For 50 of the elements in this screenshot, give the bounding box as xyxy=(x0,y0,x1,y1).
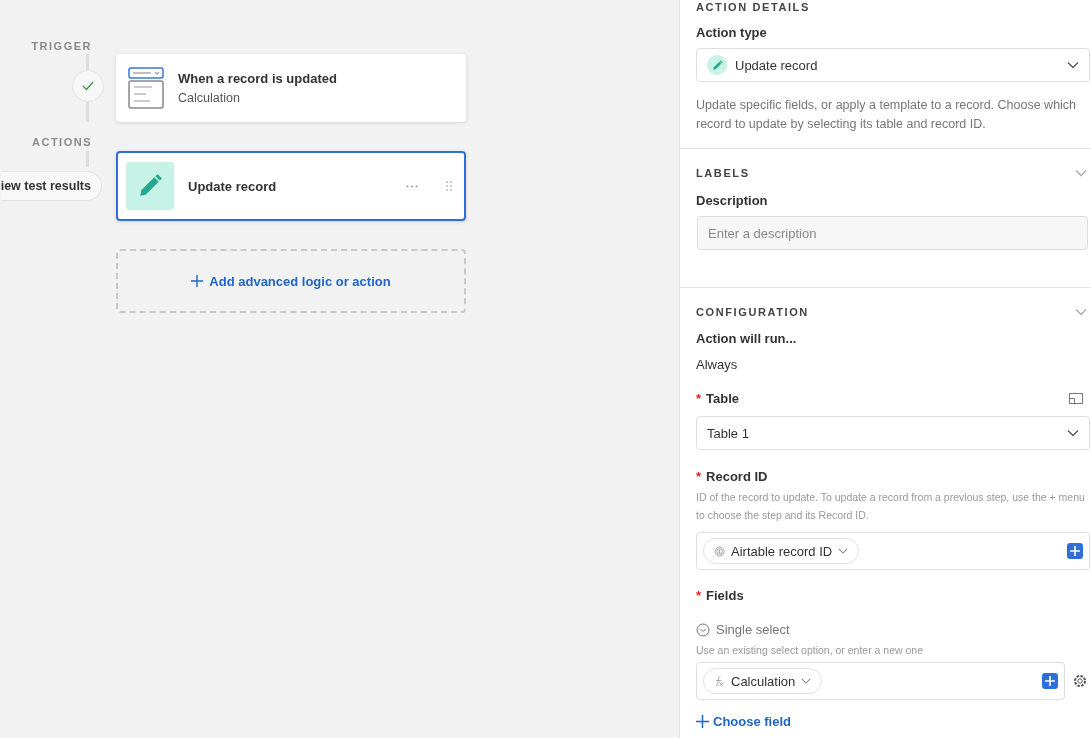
plus-icon xyxy=(696,715,709,728)
step-label: ACTIONS xyxy=(32,136,93,148)
expand-icon[interactable] xyxy=(1069,393,1083,404)
section-heading: ACTION DETAILS xyxy=(696,1,811,13)
field-label-text: * Record ID xyxy=(696,469,768,484)
field-value-field[interactable]: Calculation xyxy=(696,662,1065,700)
chevron-down-icon xyxy=(1075,169,1087,177)
formula-icon xyxy=(714,675,725,687)
add-icon[interactable] xyxy=(1067,543,1083,559)
card-title: When a record is updated xyxy=(178,71,337,86)
field-label-text: * Table xyxy=(696,391,740,406)
choose-field-link[interactable]: Choose field xyxy=(696,714,791,729)
add-action-button[interactable]: Add advanced logic or action xyxy=(116,249,466,313)
description-input[interactable]: Enter a description xyxy=(697,216,1088,250)
help-text: Use an existing select option, or enter a new one xyxy=(696,643,925,658)
chevron-down-icon xyxy=(838,547,849,555)
test-results-button[interactable]: iew test results xyxy=(0,171,102,201)
card-title: Update record xyxy=(188,178,278,194)
record-id-token[interactable]: Airtable record ID xyxy=(703,538,860,564)
step-label: TRIGGER xyxy=(31,40,93,52)
record-id-field[interactable]: Airtable record ID xyxy=(696,532,1090,570)
chevron-down-icon xyxy=(1075,308,1087,316)
help-text: Update specific fields, or apply a template to a record. Choose which record to update by selecting its table and record ID. xyxy=(696,97,1078,133)
fingerprint-icon xyxy=(714,545,725,557)
field-label: Description xyxy=(696,193,769,208)
chevron-circle-icon xyxy=(696,622,710,637)
action-card[interactable]: Update record xyxy=(116,151,466,221)
trigger-card[interactable]: When a record is updated Calculation xyxy=(116,54,466,122)
formula-token[interactable]: Calculation xyxy=(703,668,823,694)
card-subtitle: Calculation xyxy=(178,91,241,105)
action-type-select[interactable]: Update record xyxy=(696,48,1090,82)
chevron-down-icon xyxy=(1067,61,1079,69)
section-title: CONFIGURATION xyxy=(696,306,809,318)
section-title: LABELS xyxy=(696,167,750,179)
table-select[interactable]: Table 1 xyxy=(696,416,1090,450)
chevron-down-icon xyxy=(1067,429,1079,437)
field-label: Action will run... xyxy=(696,331,798,346)
form-icon xyxy=(128,67,164,109)
plus-icon xyxy=(191,275,204,287)
more-icon[interactable] xyxy=(406,184,418,188)
add-icon[interactable] xyxy=(1042,673,1058,689)
field-label-text: * Fields xyxy=(696,588,744,603)
drag-handle-icon[interactable] xyxy=(446,181,452,191)
field-label: Action type xyxy=(696,25,768,40)
help-text: ID of the record to update. To update a record from a previous step, use the + menu to choose the step and its Record ID. xyxy=(696,490,1086,523)
run-condition-text: Always xyxy=(696,357,739,372)
pencil-icon xyxy=(137,173,163,199)
field-type-label: Single select xyxy=(696,622,1089,637)
settings-icon[interactable] xyxy=(1073,674,1087,688)
chevron-down-icon xyxy=(801,677,812,685)
